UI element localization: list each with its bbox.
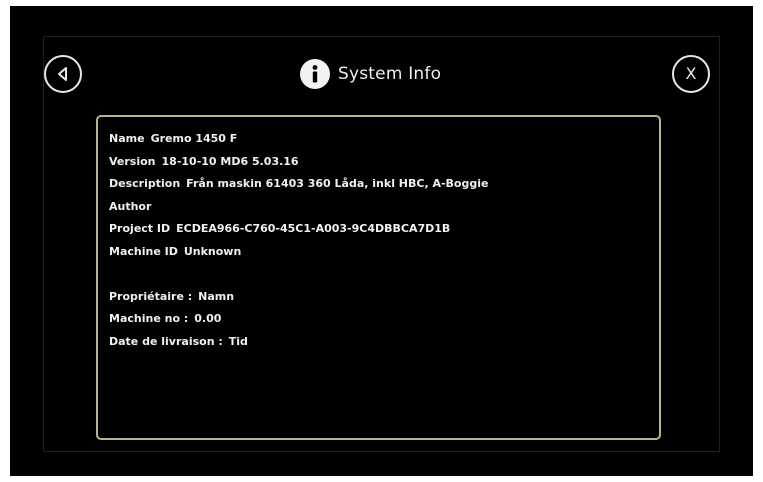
- close-button[interactable]: X: [672, 55, 710, 93]
- name-label: Name: [109, 132, 145, 145]
- machine-no-value: 0.00: [194, 312, 222, 326]
- back-arrow-icon: [58, 67, 67, 81]
- version-value: 18-10-10 MD6 5.03.16: [161, 154, 299, 168]
- system-info-panel: Name Gremo 1450 F Version 18-10-10 MD6 5.0…: [96, 115, 661, 440]
- delivery-date-row: Date de livraison : Tid: [109, 331, 488, 354]
- header: System Info: [300, 56, 441, 92]
- system-info-list: Name Gremo 1450 F Version 18-10-10 MD6 5.0…: [109, 128, 488, 353]
- machine-id-row: Machine ID Unknown: [109, 241, 488, 264]
- owner-row: Propriétaire : Namn: [109, 286, 488, 309]
- project-id-row: Project ID ECDEA966-C760-45C1-A003-9C4DBB…: [109, 218, 488, 241]
- info-icon: [300, 59, 330, 89]
- back-button[interactable]: [44, 55, 82, 93]
- project-id-value: ECDEA966-C760-45C1-A003-9C4DBBCA7D1B: [176, 222, 451, 236]
- author-label: Author: [109, 199, 152, 213]
- version-row: Version 18-10-10 MD6 5.03.16: [109, 151, 488, 174]
- description-value: Från maskin 61403 360 Låda, inkl HBC, A-…: [186, 177, 489, 191]
- version-label: Version: [109, 154, 156, 168]
- page-title: System Info: [338, 64, 442, 84]
- machine-id-value: Unknown: [183, 244, 242, 258]
- project-id-label: Project ID: [109, 222, 171, 236]
- spacer: [109, 264, 488, 286]
- machine-id-label: Machine ID: [109, 244, 178, 258]
- name-value: Gremo 1450 F: [150, 132, 238, 145]
- description-label: Description: [109, 177, 181, 191]
- machine-no-row: Machine no : 0.00: [109, 308, 488, 331]
- owner-value: Namn: [198, 289, 235, 303]
- owner-label: Propriétaire :: [109, 289, 193, 303]
- description-row: Description Från maskin 61403 360 Låda, i…: [109, 173, 488, 196]
- delivery-date-value: Tid: [228, 334, 248, 348]
- machine-no-label: Machine no :: [109, 312, 189, 326]
- author-row: Author: [109, 196, 488, 219]
- delivery-date-label: Date de livraison :: [109, 334, 223, 348]
- close-label: X: [685, 64, 697, 83]
- name-row: Name Gremo 1450 F: [109, 128, 488, 151]
